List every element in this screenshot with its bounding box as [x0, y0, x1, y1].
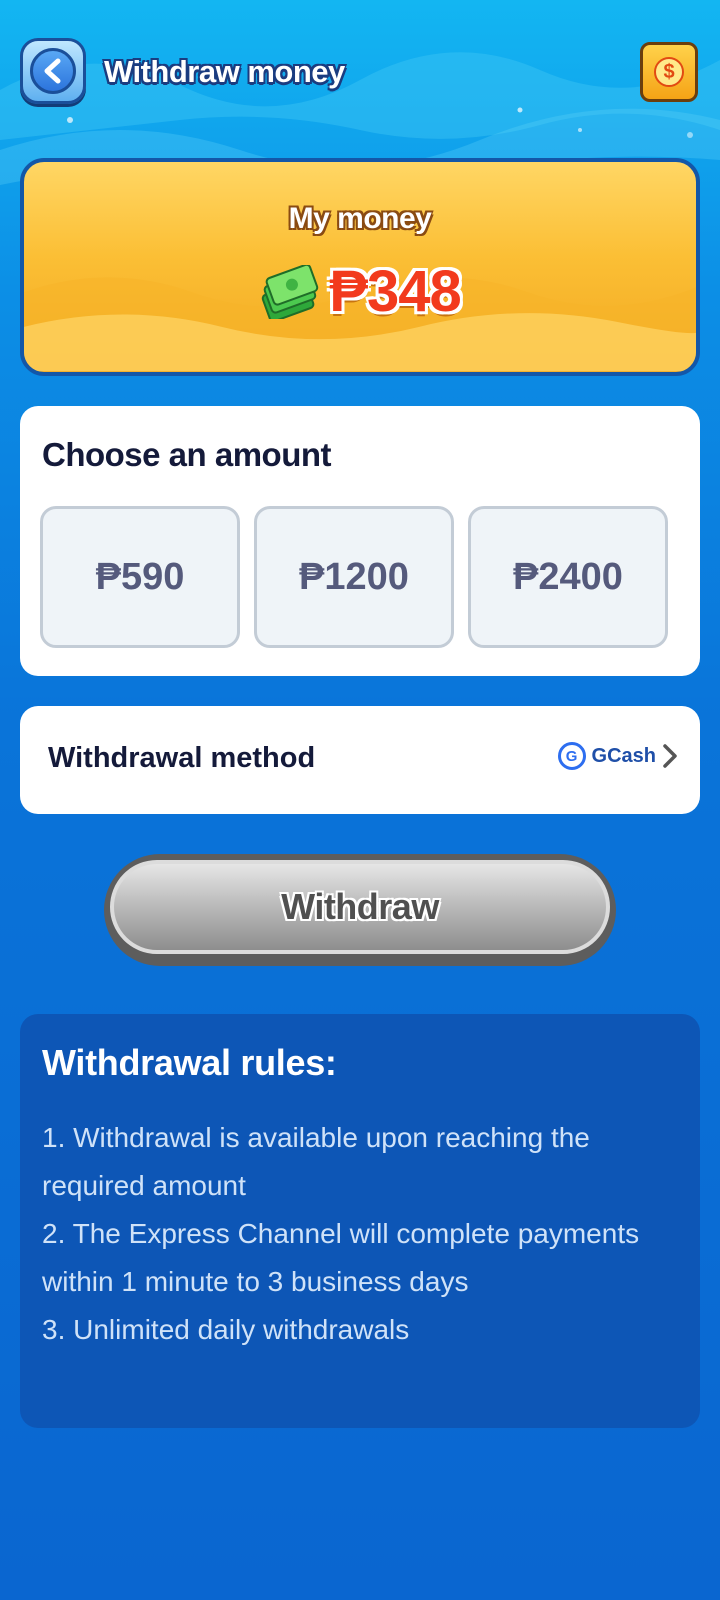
- rule-item: 3. Unlimited daily withdrawals: [42, 1314, 410, 1345]
- method-name: GCash: [591, 744, 656, 767]
- rule-item: 1. Withdrawal is available upon reaching…: [42, 1122, 590, 1201]
- rules-list: 1. Withdrawal is available upon reaching…: [42, 1114, 682, 1354]
- dollar-coin-icon: $: [654, 57, 684, 87]
- rule-item: 2. The Express Channel will complete pay…: [42, 1218, 640, 1297]
- withdraw-button-label: Withdraw: [110, 860, 610, 954]
- amount-option-1200[interactable]: ₱1200: [254, 506, 454, 648]
- page-title: Withdraw money: [104, 54, 345, 89]
- chevron-left-icon: [30, 48, 76, 94]
- rules-card: Withdrawal rules: 1. Withdrawal is avail…: [20, 1014, 700, 1428]
- method-value: G GCash: [557, 742, 678, 770]
- balance-row: ₱348: [24, 258, 696, 325]
- rules-title: Withdrawal rules:: [42, 1042, 337, 1083]
- gcash-logo-icon: G: [557, 742, 586, 770]
- header: Withdraw money $: [0, 0, 720, 150]
- method-label: Withdrawal method: [48, 742, 316, 774]
- amount-option-2400[interactable]: ₱2400: [468, 506, 668, 648]
- wallet-button[interactable]: $: [640, 42, 698, 102]
- withdrawal-method-row[interactable]: Withdrawal method G GCash: [20, 706, 700, 814]
- balance-card: My money ₱348: [20, 158, 700, 376]
- amount-title: Choose an amount: [42, 436, 332, 473]
- withdraw-button[interactable]: Withdraw: [104, 854, 616, 966]
- chevron-right-icon: [663, 744, 677, 768]
- amount-option-590[interactable]: ₱590: [40, 506, 240, 648]
- balance-amount: ₱348: [329, 259, 461, 324]
- back-button[interactable]: [20, 38, 86, 104]
- balance-label: My money: [288, 202, 432, 235]
- cash-stack-icon: [262, 264, 319, 319]
- amount-card: Choose an amount ₱590 ₱1200 ₱2400: [20, 406, 700, 676]
